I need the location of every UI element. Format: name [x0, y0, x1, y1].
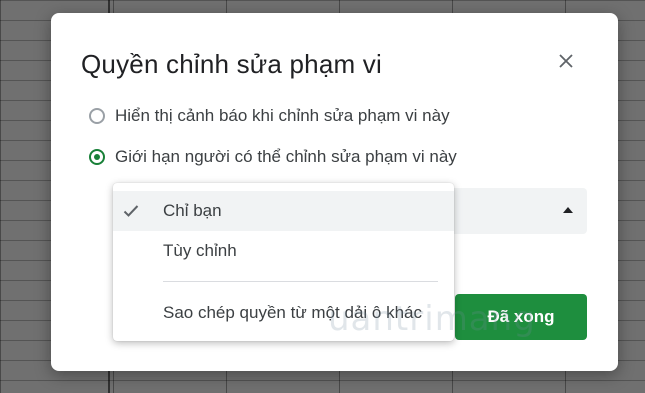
menu-item-only-you[interactable]: Chỉ bạn [113, 191, 454, 231]
option-restrict-label: Giới hạn người có thể chỉnh sửa phạm vi … [115, 147, 457, 166]
dialog-title: Quyền chỉnh sửa phạm vi [81, 49, 382, 79]
option-warning[interactable]: Hiển thị cảnh báo khi chỉnh sửa phạm vi … [89, 106, 450, 126]
arrow-up-icon [563, 207, 573, 213]
menu-divider [163, 281, 438, 282]
option-warning-label: Hiển thị cảnh báo khi chỉnh sửa phạm vi … [115, 106, 450, 125]
menu-item-label: Chỉ bạn [163, 201, 222, 220]
close-button[interactable] [554, 49, 578, 73]
menu-item-copy-permissions[interactable]: Sao chép quyền từ một dải ô khác [113, 293, 454, 333]
menu-item-label: Tùy chỉnh [163, 241, 237, 260]
menu-item-custom[interactable]: Tùy chỉnh [113, 231, 454, 271]
dropdown-menu: Chỉ bạn Tùy chỉnh Sao chép quyền từ một … [113, 183, 454, 341]
radio-restrict[interactable] [89, 149, 105, 165]
radio-warning[interactable] [89, 108, 105, 124]
menu-item-label: Sao chép quyền từ một dải ô khác [163, 303, 422, 322]
option-restrict[interactable]: Giới hạn người có thể chỉnh sửa phạm vi … [89, 147, 457, 167]
checkmark-icon [123, 203, 139, 219]
close-icon [559, 54, 573, 68]
done-button[interactable]: Đã xong [455, 294, 587, 340]
